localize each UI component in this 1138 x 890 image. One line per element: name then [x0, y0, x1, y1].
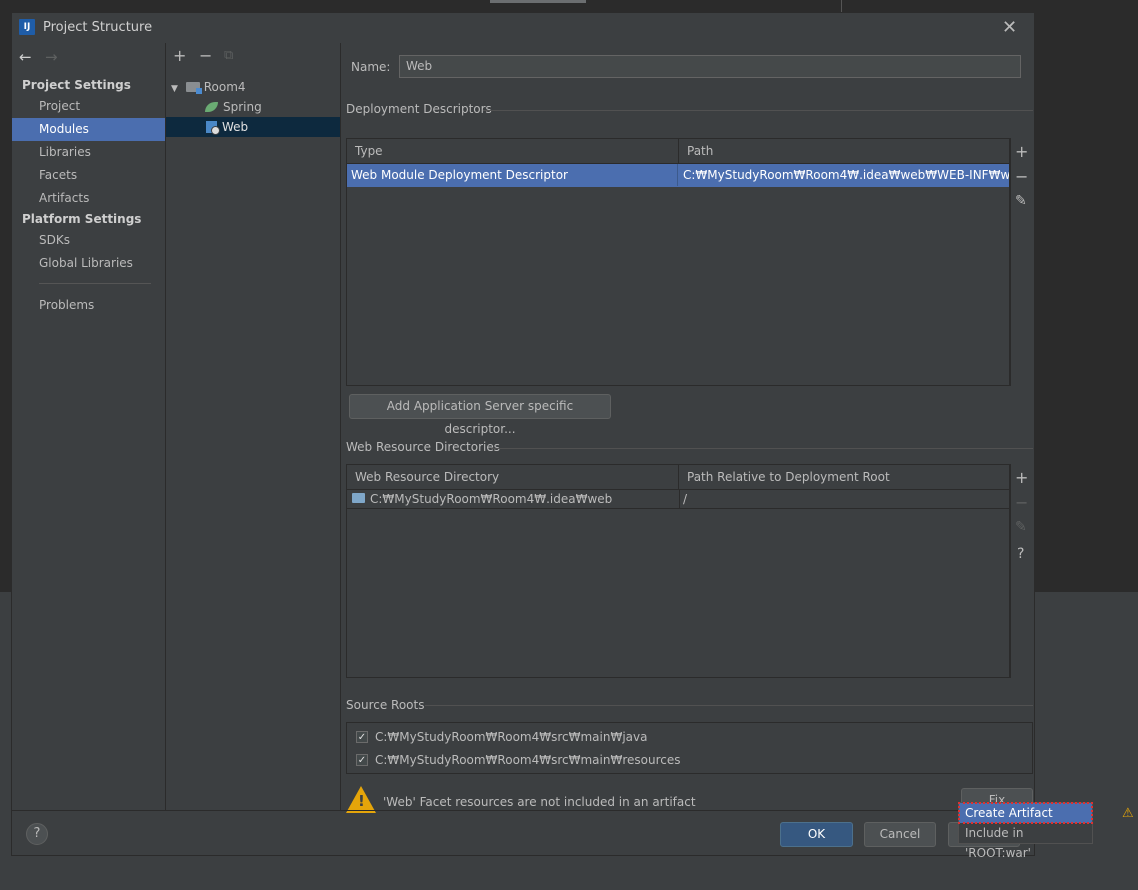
tree-node-spring[interactable]: Spring — [166, 97, 340, 117]
settings-nav: ← → Project Settings Project Modules Lib… — [12, 43, 166, 810]
web-facet-icon — [206, 121, 220, 135]
nav-item-modules[interactable]: Modules — [12, 118, 165, 141]
intellij-app-icon: IJ — [19, 19, 35, 35]
cell-path: C:₩MyStudyRoom₩Room4₩.idea₩web₩WEB-INF₩w… — [683, 168, 1009, 182]
web-resource-side-toolbar: + − ✎ ? — [1010, 464, 1034, 678]
nav-item-libraries[interactable]: Libraries — [12, 141, 165, 164]
web-facet-settings: Name: Web Deployment Descriptors Type Pa… — [341, 43, 1034, 813]
nav-item-problems[interactable]: Problems — [12, 294, 165, 317]
platform-settings-header: Platform Settings — [22, 212, 142, 226]
source-root-checkbox[interactable]: ✓ — [356, 754, 368, 766]
nav-item-facets[interactable]: Facets — [12, 164, 165, 187]
source-roots-list: ✓ C:₩MyStudyRoom₩Room4₩src₩main₩java ✓ C… — [346, 722, 1033, 774]
nav-item-project[interactable]: Project — [12, 95, 165, 118]
dialog-title: Project Structure — [43, 20, 153, 35]
copy-icon[interactable]: ⧉ — [224, 48, 233, 63]
table-header: Type Path — [347, 139, 1009, 164]
web-resource-table: Web Resource Directory Path Relative to … — [346, 464, 1010, 678]
group-separator — [425, 705, 1033, 706]
ide-warning-icon: ⚠ — [1122, 806, 1134, 821]
help-question-icon[interactable]: ? — [1017, 546, 1024, 562]
ok-button[interactable]: OK — [780, 822, 853, 847]
cell-relative-path: / — [683, 492, 688, 506]
forward-arrow-icon[interactable]: → — [45, 48, 58, 66]
ide-tab-indicator — [490, 0, 586, 3]
remove-icon[interactable]: − — [199, 46, 212, 65]
help-button[interactable]: ? — [26, 823, 48, 845]
nav-item-artifacts[interactable]: Artifacts — [12, 187, 165, 210]
web-resource-directories-title: Web Resource Directories — [346, 440, 500, 454]
spring-leaf-icon — [205, 102, 218, 112]
module-folder-icon — [185, 82, 202, 94]
ide-divider — [841, 0, 842, 12]
expand-arrow-icon[interactable]: ▼ — [171, 84, 178, 94]
project-settings-header: Project Settings — [22, 78, 131, 92]
tree-node-room4[interactable]: ▼ Room4 — [166, 77, 340, 97]
source-root-checkbox[interactable]: ✓ — [356, 731, 368, 743]
tree-node-label: Web — [222, 120, 249, 134]
column-header-path[interactable]: Path — [679, 139, 1011, 163]
cell-type: Web Module Deployment Descriptor — [347, 164, 678, 186]
ide-bottom-panel — [1035, 620, 1138, 890]
project-structure-dialog: IJ Project Structure ✕ ← → Project Setti… — [11, 12, 1035, 856]
add-icon[interactable]: + — [173, 46, 186, 65]
add-resource-icon[interactable]: + — [1015, 468, 1028, 487]
column-header-type[interactable]: Type — [347, 139, 679, 163]
edit-resource-icon[interactable]: ✎ — [1015, 519, 1027, 535]
menu-item-create-artifact[interactable]: Create Artifact — [958, 802, 1093, 824]
nav-item-global-libraries[interactable]: Global Libraries — [12, 252, 165, 275]
column-header-relative-path[interactable]: Path Relative to Deployment Root — [679, 465, 1011, 489]
deployment-side-toolbar: + − ✎ — [1010, 138, 1034, 386]
nav-item-sdks[interactable]: SDKs — [12, 229, 165, 252]
group-separator — [491, 448, 1033, 449]
nav-separator — [39, 283, 151, 284]
source-roots-title: Source Roots — [346, 698, 425, 712]
close-icon[interactable]: ✕ — [1002, 17, 1017, 38]
add-server-descriptor-button[interactable]: Add Application Server specific descript… — [349, 394, 611, 436]
source-root-label: C:₩MyStudyRoom₩Room4₩src₩main₩java — [375, 730, 648, 744]
title-bar: IJ Project Structure ✕ — [12, 13, 1034, 43]
name-label: Name: — [351, 60, 391, 74]
group-separator — [483, 110, 1033, 111]
ide-editor-background — [1035, 12, 1138, 592]
cell-directory: C:₩MyStudyRoom₩Room4₩.idea₩web — [370, 492, 613, 506]
table-header: Web Resource Directory Path Relative to … — [347, 465, 1009, 490]
tree-node-label: Spring — [223, 100, 262, 114]
source-root-label: C:₩MyStudyRoom₩Room4₩src₩main₩resources — [375, 753, 681, 767]
table-row[interactable]: Web Module Deployment Descriptor C:₩MySt… — [347, 164, 1009, 187]
cell-divider — [679, 490, 680, 508]
footer-separator — [12, 810, 1034, 811]
deployment-descriptors-title: Deployment Descriptors — [346, 102, 492, 116]
remove-resource-icon[interactable]: − — [1015, 493, 1028, 512]
ide-left-strip — [0, 12, 11, 592]
warning-message: 'Web' Facet resources are not included i… — [383, 795, 696, 809]
edit-descriptor-icon[interactable]: ✎ — [1015, 193, 1027, 209]
back-arrow-icon[interactable]: ← — [19, 48, 32, 66]
fix-popup-menu: Create Artifact Include in 'ROOT:war' — [958, 802, 1093, 860]
tree-node-label: Room4 — [203, 80, 246, 94]
column-header-directory[interactable]: Web Resource Directory — [347, 465, 679, 489]
warning-exclamation: ! — [358, 792, 365, 810]
cancel-button[interactable]: Cancel — [864, 822, 936, 847]
tree-node-web[interactable]: Web — [166, 117, 340, 137]
deployment-descriptors-table: Type Path Web Module Deployment Descript… — [346, 138, 1010, 386]
web-folder-icon — [352, 493, 365, 503]
remove-descriptor-icon[interactable]: − — [1015, 167, 1028, 186]
module-tree-panel: + − ⧉ ▼ Room4 Spring Web — [166, 43, 341, 810]
menu-item-include-root-war[interactable]: Include in 'ROOT:war' — [959, 823, 1092, 860]
table-row[interactable]: C:₩MyStudyRoom₩Room4₩.idea₩web / — [347, 490, 1009, 509]
add-descriptor-icon[interactable]: + — [1015, 142, 1028, 161]
name-input[interactable]: Web — [399, 55, 1021, 78]
